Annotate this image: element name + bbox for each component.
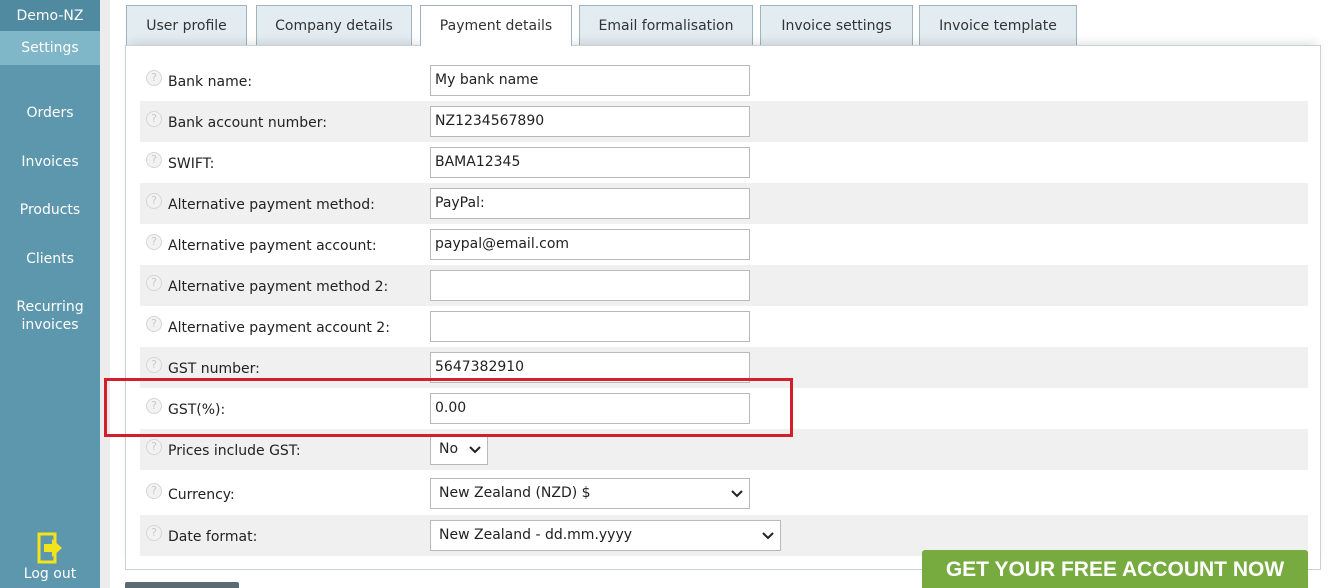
alternative-payment-method-label: Alternative payment method: [168,196,375,213]
currency-value: New Zealand (NZD) $ [439,484,591,501]
row-prices-include-gst: ? Prices include GST: No [140,429,1308,470]
help-icon[interactable]: ? [146,482,162,499]
row-currency: ? Currency: New Zealand (NZD) $ [140,473,1308,514]
brand-name[interactable]: Demo-NZ [0,0,100,31]
alternative-payment-method-2-field[interactable] [430,269,750,301]
row-alternative-payment-account-2: ? Alternative payment account 2: [140,306,1308,347]
tab-company-details[interactable]: Company details [256,5,412,45]
sidebar-item-settings[interactable]: Settings [0,31,100,65]
currency-select[interactable]: New Zealand (NZD) $ [430,477,750,509]
recurring-label-line1: Recurring [16,299,84,315]
gutter [100,0,110,588]
help-icon[interactable]: ? [146,110,162,127]
logout-button[interactable]: Log out [0,532,100,582]
row-alternative-payment-account: ? Alternative payment account: paypal@em… [140,224,1308,265]
tab-invoice-template[interactable]: Invoice template [919,5,1077,45]
help-icon[interactable]: ? [146,524,162,541]
help-icon[interactable]: ? [146,69,162,86]
prices-include-gst-value: No [439,440,459,457]
help-icon[interactable]: ? [146,356,162,373]
bank-account-number-field[interactable]: NZ1234567890 [430,105,750,137]
row-bank-account-number: ? Bank account number: NZ1234567890 [140,101,1308,142]
help-icon[interactable]: ? [146,233,162,250]
date-format-value: New Zealand - dd.mm.yyyy [439,526,633,543]
sidebar: Demo-NZ Settings Orders Invoices Product… [0,0,100,588]
alternative-payment-account-field[interactable]: paypal@email.com [430,228,750,260]
help-icon[interactable]: ? [146,151,162,168]
tab-email-formalisation[interactable]: Email formalisation [579,5,753,45]
sidebar-item-recurring-invoices[interactable]: Recurring invoices [0,298,100,334]
bank-account-number-label: Bank account number: [168,114,327,131]
swift-label: SWIFT: [168,155,215,172]
bank-name-label: Bank name: [168,73,253,90]
swift-field[interactable]: BAMA12345 [430,146,750,178]
sidebar-item-products[interactable]: Products [0,201,100,219]
sidebar-item-orders[interactable]: Orders [0,104,100,122]
date-format-label: Date format: [168,528,258,545]
alternative-payment-account-2-field[interactable] [430,310,750,342]
alternative-payment-method-field[interactable]: PayPal: [430,187,750,219]
row-gst-number: ? GST number: 5647382910 [140,347,1308,388]
recurring-label-line2: invoices [21,317,79,333]
save-button[interactable] [125,582,239,588]
row-alternative-payment-method: ? Alternative payment method: PayPal: [140,183,1308,224]
row-gst-percent: ? GST(%): 0.00 [140,388,1308,429]
alternative-payment-method-2-label: Alternative payment method 2: [168,278,389,295]
gst-percent-field[interactable]: 0.00 [430,392,750,424]
gst-number-field[interactable]: 5647382910 [430,351,750,383]
gst-percent-label: GST(%): [168,401,226,418]
help-icon[interactable]: ? [146,192,162,209]
logout-label: Log out [23,566,77,582]
chevron-down-icon [469,445,481,453]
prices-include-gst-label: Prices include GST: [168,442,301,459]
chevron-down-icon [762,531,774,539]
row-swift: ? SWIFT: BAMA12345 [140,142,1308,183]
bank-name-field[interactable]: My bank name [430,64,750,96]
sidebar-item-clients[interactable]: Clients [0,250,100,268]
alternative-payment-account-2-label: Alternative payment account 2: [168,319,390,336]
row-alternative-payment-method-2: ? Alternative payment method 2: [140,265,1308,306]
alternative-payment-account-label: Alternative payment account: [168,237,377,254]
payment-details-panel: ? Bank name: My bank name ? Bank account… [125,45,1321,570]
help-icon[interactable]: ? [146,315,162,332]
gst-number-label: GST number: [168,360,260,377]
help-icon[interactable]: ? [146,397,162,414]
tab-invoice-settings[interactable]: Invoice settings [760,5,913,45]
help-icon[interactable]: ? [146,274,162,291]
help-icon[interactable]: ? [146,438,162,455]
date-format-select[interactable]: New Zealand - dd.mm.yyyy [430,519,781,551]
prices-include-gst-select[interactable]: No [430,433,488,465]
row-bank-name: ? Bank name: My bank name [140,60,1308,101]
free-account-button[interactable]: GET YOUR FREE ACCOUNT NOW [922,550,1308,588]
tab-user-profile[interactable]: User profile [126,5,247,45]
logout-icon [37,532,62,564]
tab-payment-details[interactable]: Payment details [420,5,572,46]
currency-label: Currency: [168,486,235,503]
sidebar-item-invoices[interactable]: Invoices [0,153,100,171]
chevron-down-icon [731,489,743,497]
